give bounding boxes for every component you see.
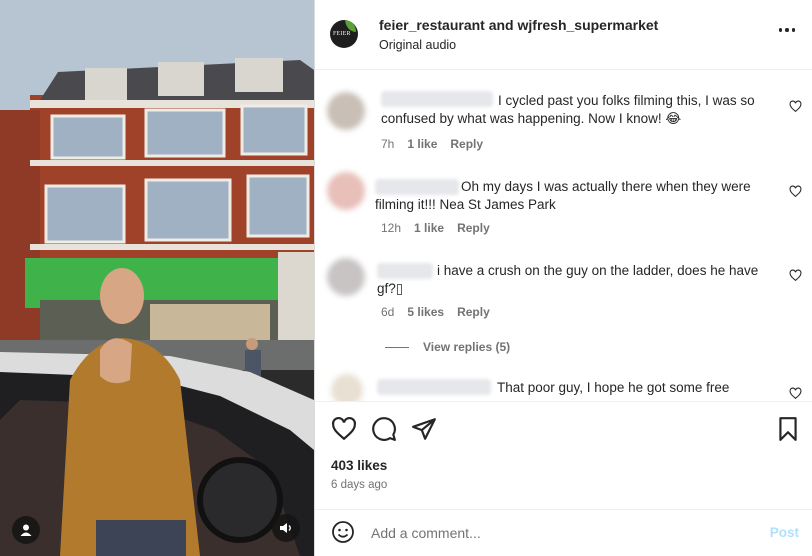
comment-text: That poor guy, I hope he got some free [497,380,730,395]
logo-wordmark: FEIER [333,31,351,37]
account-names[interactable]: feier_restaurant and wjfresh_supermarket [379,17,658,33]
heart-icon[interactable] [789,269,802,282]
user-icon [20,524,32,536]
post-viewer: FEIER feier_restaurant and wjfresh_super… [0,0,812,556]
comment-meta: 12h 1 like Reply [381,221,490,235]
comment-time: 12h [381,221,402,235]
account-avatar[interactable]: FEIER [330,20,358,48]
speaker-icon [280,523,291,533]
comment-time: 6d [381,305,395,319]
commenter-avatar[interactable] [327,172,365,210]
post-details-panel: FEIER feier_restaurant and wjfresh_super… [314,0,812,556]
video-frame [0,0,314,556]
view-replies-button[interactable]: View replies (5) [385,340,510,354]
likes-count[interactable]: 403 likes [331,458,387,473]
heart-icon[interactable] [789,185,802,198]
view-replies-label: View replies (5) [423,340,511,354]
post-comment-button[interactable]: Post [770,525,799,540]
comments-list[interactable]: I cycled past you folks filming this, I … [315,70,812,402]
post-timestamp: 6 days ago [331,479,388,491]
more-options-button[interactable] [778,28,795,32]
dot-icon [791,28,795,32]
reply-button[interactable]: Reply [457,305,490,319]
emoji-icon[interactable] [331,520,355,544]
comment-likes[interactable]: 5 likes [407,305,444,319]
dot-icon [778,28,782,32]
mute-toggle-button[interactable] [272,514,300,542]
comment-meta: 7h 1 like Reply [381,137,483,151]
send-icon[interactable] [411,416,437,442]
video-player[interactable] [0,0,314,556]
commenter-avatar[interactable] [327,92,365,130]
comment-meta: 6d 5 likes Reply [381,305,490,319]
comment-likes[interactable]: 1 like [414,221,444,235]
dot-icon [785,28,789,32]
reply-button[interactable]: Reply [457,221,490,235]
comment-text: Oh my days I was actually there when the… [375,179,751,212]
bookmark-icon[interactable] [775,416,801,442]
comment-text: i have a crush on the guy on the ladder,… [377,263,759,296]
comment-time: 7h [381,137,395,151]
comment-icon[interactable] [371,416,397,442]
audio-label[interactable]: Original audio [379,38,456,52]
reply-button[interactable]: Reply [450,137,483,151]
post-actions: 403 likes 6 days ago [315,402,812,510]
add-comment-bar: Post [315,510,812,556]
heart-icon[interactable] [789,100,802,113]
comment-input[interactable] [371,522,751,544]
comment-likes[interactable]: 1 like [407,137,437,151]
post-header: FEIER feier_restaurant and wjfresh_super… [315,0,812,70]
comment-text: I cycled past you folks filming this, I … [381,93,755,126]
heart-icon[interactable] [331,416,357,442]
user-tag-button[interactable] [12,516,40,544]
heart-icon[interactable] [789,387,802,400]
commenter-avatar[interactable] [327,258,365,296]
divider-line [385,346,409,348]
commenter-avatar[interactable] [331,374,363,401]
